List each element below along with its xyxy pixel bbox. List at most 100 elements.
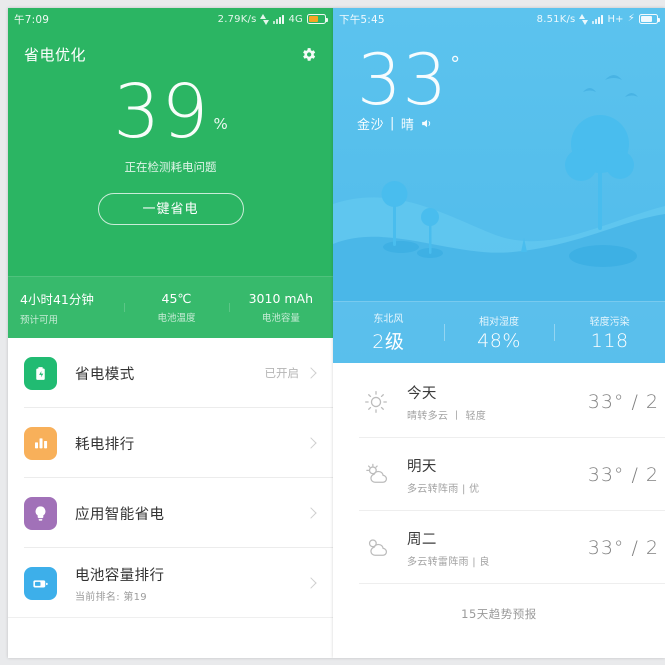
battery-hero-panel: 午7:09 2.79K/s 4G 省电优化 39 % 正在检测耗电问题 一键省电… bbox=[8, 8, 333, 338]
percent-symbol: % bbox=[213, 115, 228, 134]
battery-statusbar: 午7:09 2.79K/s 4G bbox=[8, 8, 333, 30]
chevron-right-icon bbox=[305, 437, 317, 449]
list-item-text: 耗电排行 bbox=[75, 433, 299, 454]
statusbar-icons: 8.51K/s H+ ⚡ bbox=[536, 13, 660, 25]
stat-label: 预计可用 bbox=[20, 314, 59, 326]
data-transfer-icon bbox=[579, 13, 589, 25]
stat-label: 东北风 bbox=[373, 314, 404, 325]
speaker-icon[interactable] bbox=[420, 117, 433, 130]
forecast-description: 多云转阵雨 | 优 bbox=[407, 483, 480, 495]
stat-label: 电池容量 bbox=[261, 312, 300, 324]
stat-value: 48% bbox=[477, 329, 521, 352]
forecast-description: 多云转雷阵雨 | 良 bbox=[407, 556, 490, 568]
list-item-title: 省电模式 bbox=[75, 366, 135, 383]
forecast-list: 今天 晴转多云 丨 轻度 33° / 2 明天 多云转阵雨 | 优 33° / … bbox=[333, 363, 665, 622]
battery-icon bbox=[639, 14, 660, 24]
weather-hero-panel: 下午5:45 8.51K/s H+ ⚡ 33 ° 金沙 | 晴 东北风 2级 相… bbox=[333, 8, 665, 363]
stat-value: 118 bbox=[590, 329, 629, 352]
statusbar-time: 午7:09 bbox=[14, 13, 50, 26]
stat-wind: 东北风 2级 bbox=[333, 310, 444, 354]
bar-chart-icon bbox=[24, 426, 57, 460]
list-item-text: 电池容量排行 当前排名: 第19 bbox=[75, 564, 299, 603]
lightbulb-icon bbox=[24, 496, 57, 530]
statusbar-net-speed: 2.79K/s bbox=[217, 13, 257, 25]
list-item-capacity-ranking[interactable]: 电池容量排行 当前排名: 第19 bbox=[8, 548, 333, 618]
forecast-day: 周二 bbox=[407, 531, 437, 548]
battery-bolt-icon bbox=[24, 356, 57, 390]
battery-status-text: 正在检测耗电问题 bbox=[124, 160, 217, 175]
chevron-right-icon bbox=[305, 367, 317, 379]
status-badge: 已开启 bbox=[264, 366, 300, 380]
gear-icon[interactable] bbox=[300, 46, 317, 63]
forecast-description: 晴转多云 丨 轻度 bbox=[407, 410, 487, 422]
list-item-title: 电池容量排行 bbox=[75, 567, 165, 584]
forecast-day: 今天 bbox=[407, 385, 437, 402]
current-condition: 晴 bbox=[400, 118, 415, 134]
list-item-title: 应用智能省电 bbox=[75, 506, 165, 523]
battery-percent-value: 39 bbox=[113, 69, 210, 155]
stat-air-quality: 轻度污染 118 bbox=[554, 313, 665, 352]
data-transfer-icon bbox=[260, 13, 270, 25]
list-item-text: 应用智能省电 bbox=[75, 503, 299, 524]
forecast-temperature: 33° / 2 bbox=[587, 536, 659, 559]
battery-optimizer-screen: 午7:09 2.79K/s 4G 省电优化 39 % 正在检测耗电问题 一键省电… bbox=[8, 8, 333, 658]
list-item-subtitle: 当前排名: 第19 bbox=[75, 591, 147, 603]
forecast-text: 明天 多云转阵雨 | 优 bbox=[393, 455, 588, 495]
list-item-app-smart-save[interactable]: 应用智能省电 bbox=[8, 478, 333, 548]
location-name: 金沙 bbox=[357, 118, 385, 134]
cloud-icon bbox=[359, 534, 393, 561]
fifteen-day-trend-link[interactable]: 15天趋势预报 bbox=[333, 584, 665, 622]
forecast-temperature: 33° / 2 bbox=[587, 390, 659, 413]
stat-label: 电池温度 bbox=[157, 312, 196, 324]
battery-icon bbox=[307, 14, 328, 24]
stat-label: 轻度污染 bbox=[589, 316, 630, 328]
current-temperature: 33 bbox=[357, 39, 449, 121]
weather-statusbar: 下午5:45 8.51K/s H+ ⚡ bbox=[333, 8, 665, 30]
statusbar-net-speed: 8.51K/s bbox=[536, 13, 576, 25]
stat-value: 4小时41分钟 bbox=[20, 291, 94, 307]
list-item-text: 省电模式 bbox=[75, 363, 265, 384]
forecast-temperature: 33° / 2 bbox=[587, 463, 659, 486]
chevron-right-icon bbox=[305, 577, 317, 589]
battery-header: 省电优化 bbox=[8, 30, 333, 65]
sun-cloud-icon bbox=[359, 461, 393, 488]
stat-temperature: 45℃ 电池温度 bbox=[124, 291, 228, 324]
one-key-save-button[interactable]: 一键省电 bbox=[97, 193, 244, 226]
battery-percent-display: 39 % bbox=[8, 69, 333, 155]
stat-label: 相对湿度 bbox=[479, 316, 519, 328]
list-item-title: 耗电排行 bbox=[75, 436, 135, 453]
stat-remaining-time: 4小时41分钟 预计可用 bbox=[8, 289, 124, 326]
statusbar-time: 下午5:45 bbox=[339, 13, 385, 26]
list-item-power-ranking[interactable]: 耗电排行 bbox=[8, 408, 333, 478]
statusbar-network-type: H+ bbox=[607, 13, 624, 25]
list-item-power-save-mode[interactable]: 省电模式 已开启 bbox=[8, 338, 333, 408]
weather-stats-bar: 东北风 2级 相对湿度 48% 轻度污染 118 bbox=[333, 301, 665, 363]
statusbar-icons: 2.79K/s 4G bbox=[217, 13, 328, 25]
stat-value: 2级 bbox=[372, 331, 405, 353]
battery-horizontal-icon bbox=[24, 566, 57, 600]
stat-value: 45℃ bbox=[161, 290, 192, 306]
location-condition-row[interactable]: 金沙 | 晴 bbox=[357, 114, 665, 133]
page-title: 省电优化 bbox=[24, 46, 87, 64]
chevron-right-icon bbox=[305, 507, 317, 519]
degree-symbol: ° bbox=[450, 52, 461, 76]
forecast-text: 周二 多云转雷阵雨 | 良 bbox=[393, 528, 588, 568]
battery-stats-bar: 4小时41分钟 预计可用 45℃ 电池温度 3010 mAh 电池容量 bbox=[8, 276, 333, 338]
signal-icon bbox=[592, 14, 604, 24]
stat-capacity: 3010 mAh 电池容量 bbox=[228, 290, 333, 324]
forecast-row-tomorrow[interactable]: 明天 多云转阵雨 | 优 33° / 2 bbox=[333, 438, 665, 511]
charging-bolt-icon: ⚡ bbox=[627, 13, 635, 24]
forecast-text: 今天 晴转多云 丨 轻度 bbox=[393, 382, 588, 422]
sun-icon bbox=[359, 389, 393, 415]
current-weather-block: 33 ° 金沙 | 晴 bbox=[333, 30, 665, 134]
stat-value: 3010 mAh bbox=[248, 290, 314, 306]
signal-icon bbox=[273, 14, 285, 24]
stat-humidity: 相对湿度 48% bbox=[443, 313, 555, 352]
statusbar-network-type: 4G bbox=[288, 13, 303, 25]
weather-screen: 下午5:45 8.51K/s H+ ⚡ 33 ° 金沙 | 晴 东北风 2级 相… bbox=[333, 8, 665, 658]
location-separator: | bbox=[390, 116, 395, 132]
forecast-row-tuesday[interactable]: 周二 多云转雷阵雨 | 良 33° / 2 bbox=[333, 511, 665, 584]
forecast-day: 明天 bbox=[407, 458, 437, 475]
battery-settings-list: 省电模式 已开启 耗电排行 应用智能省电 电池容量排行 当前排名: 第19 bbox=[8, 338, 333, 618]
forecast-row-today[interactable]: 今天 晴转多云 丨 轻度 33° / 2 bbox=[333, 365, 665, 438]
